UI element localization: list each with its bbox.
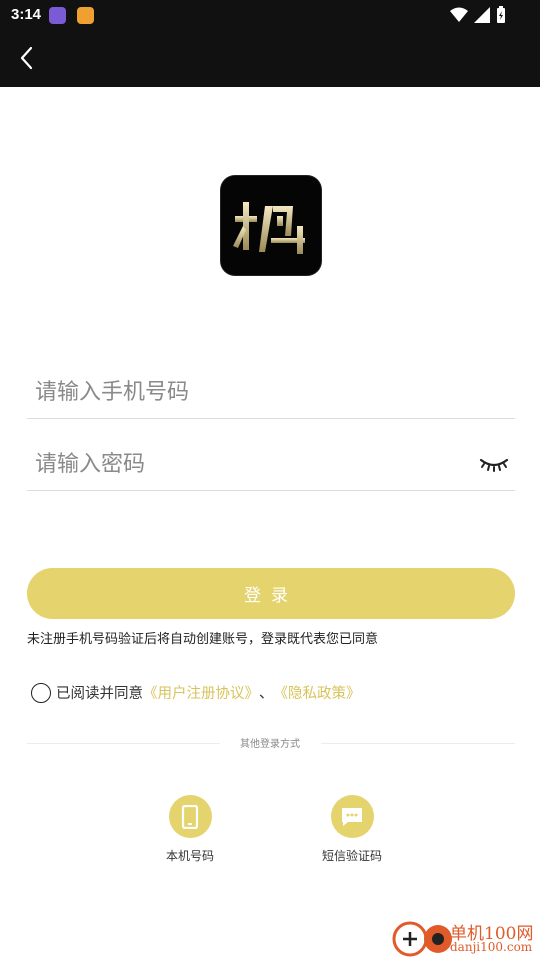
top-bar bbox=[0, 30, 540, 87]
agreement-row: 已阅读并同意 《用户注册协议》 、 《隐私政策》 bbox=[31, 682, 361, 703]
status-time: 3:14 bbox=[11, 6, 42, 23]
back-arrow-icon[interactable] bbox=[14, 44, 42, 72]
privacy-policy-link[interactable]: 《隐私政策》 bbox=[274, 682, 361, 703]
watermark-domain: danji100.com bbox=[450, 940, 533, 954]
app-notification-icon bbox=[49, 7, 66, 24]
local-number-login-button[interactable]: 本机号码 bbox=[150, 795, 230, 864]
phone-icon bbox=[181, 804, 199, 829]
phone-icon-circle bbox=[168, 795, 212, 838]
app-logo bbox=[221, 176, 321, 275]
phone-field-container bbox=[27, 370, 515, 419]
sms-code-label: 短信验证码 bbox=[321, 849, 382, 863]
eye-closed-icon[interactable] bbox=[479, 452, 509, 474]
divider-left bbox=[27, 743, 220, 744]
agree-checkbox[interactable] bbox=[31, 682, 51, 703]
password-field-container bbox=[27, 442, 515, 491]
status-bar: 3:14 bbox=[0, 0, 540, 30]
login-button[interactable]: 登录 bbox=[27, 568, 515, 619]
logo-glyph-icon bbox=[233, 202, 305, 254]
register-notice: 未注册手机号码验证后将自动创建账号，登录既代表您已同意 bbox=[27, 632, 379, 647]
signal-icon bbox=[474, 7, 490, 23]
sms-icon-circle bbox=[330, 795, 374, 838]
password-input[interactable] bbox=[27, 442, 455, 486]
divider-right bbox=[321, 743, 515, 744]
agreement-separator: 、 bbox=[259, 686, 274, 702]
agree-prefix: 已阅读并同意 bbox=[56, 686, 143, 702]
status-icons bbox=[450, 6, 506, 24]
wifi-icon bbox=[450, 7, 468, 22]
other-login-title: 其他登录方式 bbox=[240, 739, 300, 750]
watermark-logo-icon bbox=[392, 921, 452, 957]
battery-icon bbox=[497, 6, 505, 23]
phone-input[interactable] bbox=[27, 370, 455, 414]
site-watermark: 单机100网 danji100.com bbox=[390, 915, 540, 960]
sms-code-login-button[interactable]: 短信验证码 bbox=[311, 795, 393, 864]
local-number-label: 本机号码 bbox=[165, 849, 214, 863]
message-icon bbox=[342, 807, 362, 826]
user-agreement-link[interactable]: 《用户注册协议》 bbox=[143, 682, 259, 703]
app-notification-icon-2 bbox=[77, 7, 94, 24]
